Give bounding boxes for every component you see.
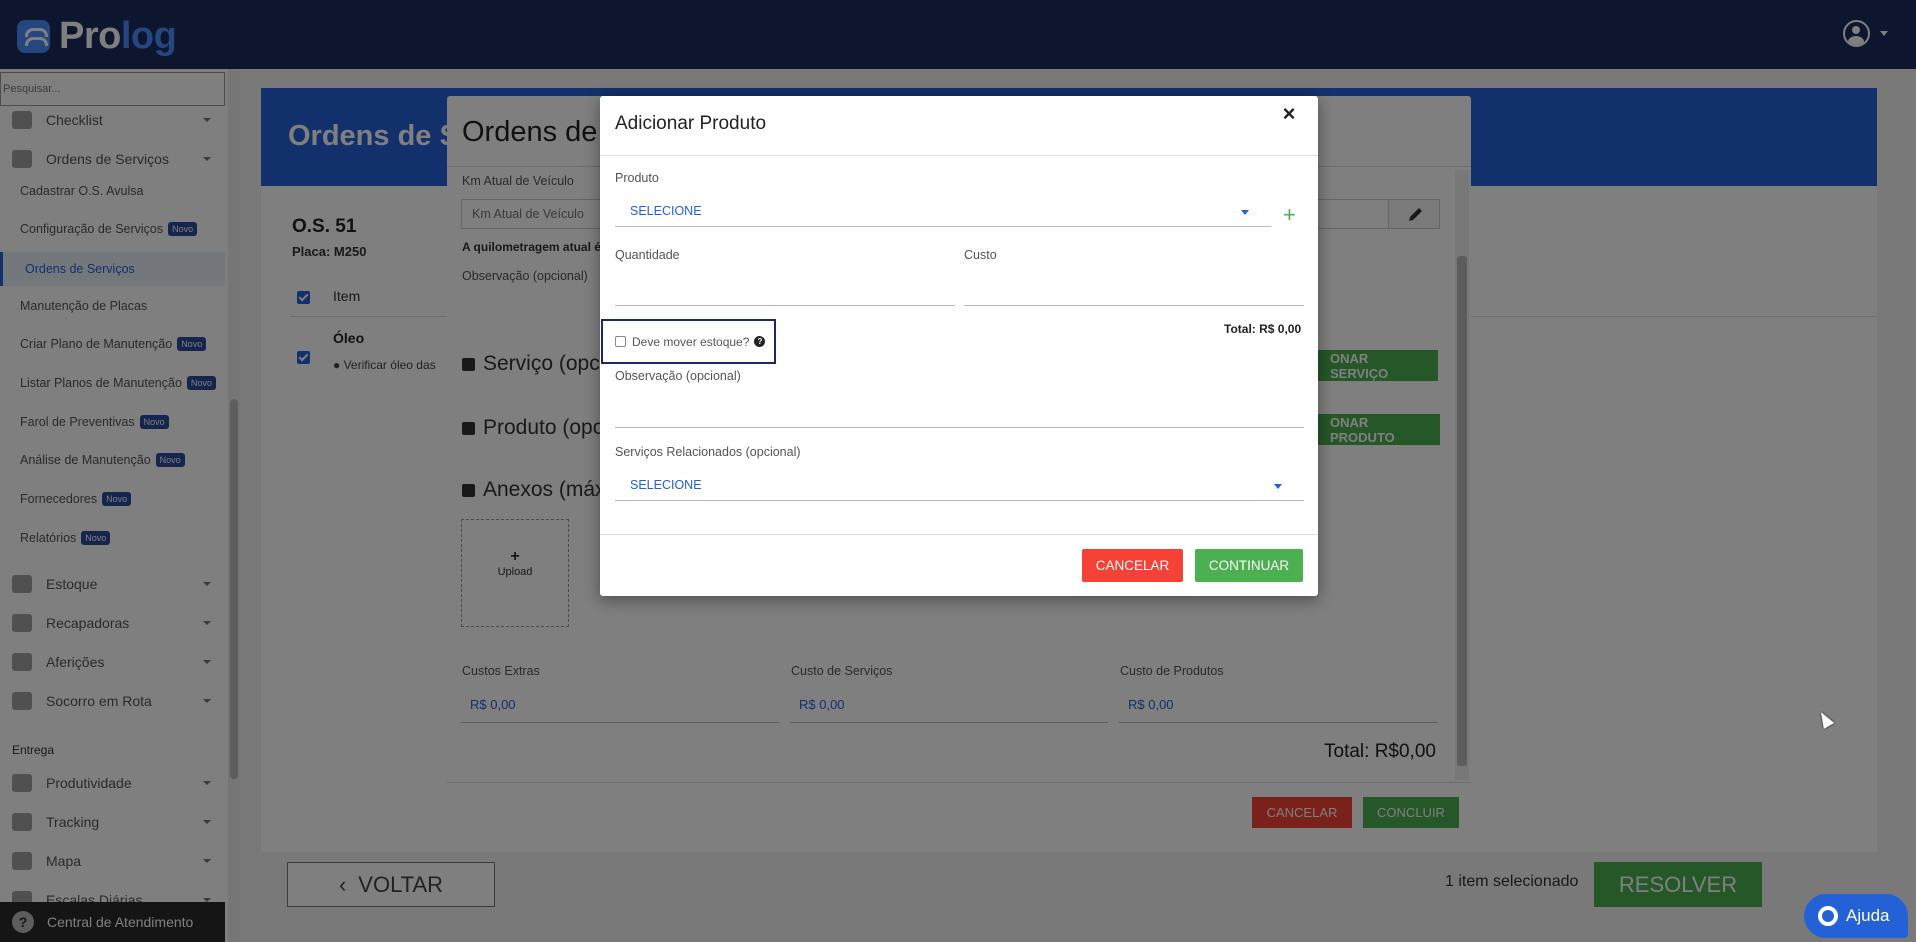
related-services-value: SELECIONE <box>630 478 702 492</box>
lifebuoy-icon <box>1818 906 1838 926</box>
help-circle-icon[interactable]: ? <box>754 336 766 347</box>
product-select[interactable]: SELECIONE <box>615 196 1271 227</box>
divider <box>600 534 1318 535</box>
dropdown-arrow-icon <box>1241 210 1249 215</box>
product-total: Total: R$ 0,00 <box>1224 322 1302 336</box>
product-select-value: SELECIONE <box>630 204 702 218</box>
quantity-input[interactable] <box>615 276 955 306</box>
dropdown-arrow-icon <box>1274 484 1282 489</box>
observation-label: Observação (opcional) <box>615 369 741 383</box>
add-product-icon[interactable]: + <box>1283 204 1296 226</box>
related-services-label: Serviços Relacionados (opcional) <box>615 445 801 459</box>
help-chat-label: Ajuda <box>1846 906 1890 925</box>
cost-label: Custo <box>964 248 997 262</box>
related-services-select[interactable]: SELECIONE <box>615 470 1304 501</box>
cost-input[interactable] <box>964 276 1304 306</box>
help-chat-button[interactable]: Ajuda <box>1804 894 1908 938</box>
move-stock-checkbox[interactable] <box>615 336 626 347</box>
quantity-label: Quantidade <box>615 248 680 262</box>
divider <box>600 155 1318 156</box>
move-stock-checkbox-group[interactable]: Deve mover estoque? ? <box>601 319 776 364</box>
continue-button[interactable]: CONTINUAR <box>1195 549 1303 582</box>
observation-input[interactable] <box>615 398 1304 428</box>
modal-title: Adicionar Produto <box>615 113 767 134</box>
cancel-button[interactable]: CANCELAR <box>1082 549 1183 582</box>
close-icon[interactable]: × <box>1280 103 1298 125</box>
product-label: Produto <box>615 171 659 185</box>
move-stock-label: Deve mover estoque? <box>632 334 750 349</box>
